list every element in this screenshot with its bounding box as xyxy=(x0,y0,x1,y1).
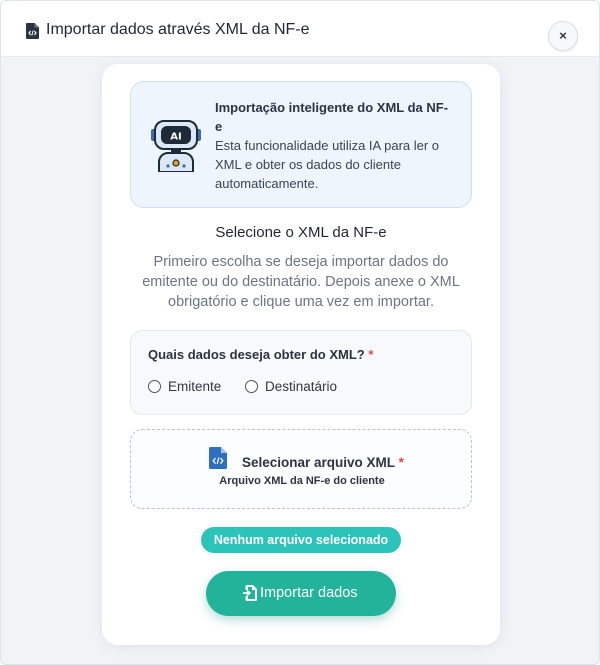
question-text: Quais dados deseja obter do XML? xyxy=(148,347,365,362)
import-xml-modal: Importar dados através XML da NF-e × AI … xyxy=(0,0,600,665)
file-status-badge: Nenhum arquivo selecionado xyxy=(201,527,401,553)
file-code-icon xyxy=(26,23,39,39)
ai-info-box: AI Importação inteligente do XML da NF-e… xyxy=(130,81,472,208)
radio-emitente-label[interactable]: Emitente xyxy=(168,379,221,394)
import-icon xyxy=(243,585,257,601)
upload-label[interactable]: Selecionar arquivo XML * xyxy=(242,455,404,470)
ai-info-description: Esta funcionalidade utiliza IA para ler … xyxy=(215,138,440,191)
radio-destinatario-label[interactable]: Destinatário xyxy=(265,379,337,394)
section-description: Primeiro escolha se deseja importar dado… xyxy=(142,254,460,310)
section-title: Selecione o XML da NF-e xyxy=(215,224,387,241)
ai-info-title: Importação inteligente do XML da NF-e xyxy=(215,100,449,134)
upload-required-mark: * xyxy=(398,455,404,470)
upload-sublabel: Arquivo XML da NF-e do cliente xyxy=(219,475,385,487)
robot-badge-text: AI xyxy=(170,132,181,143)
modal-title: Importar dados através XML da NF-e xyxy=(46,21,310,38)
import-button[interactable]: Importar dados xyxy=(206,571,396,616)
upload-label-text: Selecionar arquivo XML xyxy=(242,455,395,470)
radio-destinatario[interactable] xyxy=(245,380,258,393)
required-mark: * xyxy=(368,347,374,362)
question-label: Quais dados deseja obter do XML? * xyxy=(148,347,373,362)
modal-header: Importar dados através XML da NF-e × xyxy=(1,1,599,57)
robot-icon: AI xyxy=(151,120,201,172)
import-card: AI Importação inteligente do XML da NF-e… xyxy=(102,64,500,645)
xml-file-icon xyxy=(209,447,227,469)
data-source-question: Quais dados deseja obter do XML? * Emite… xyxy=(130,330,472,415)
file-upload-dropzone[interactable]: Selecionar arquivo XML * Arquivo XML da … xyxy=(130,429,472,509)
import-button-label: Importar dados xyxy=(260,585,358,601)
close-button[interactable]: × xyxy=(548,21,578,51)
radio-emitente[interactable] xyxy=(148,380,161,393)
